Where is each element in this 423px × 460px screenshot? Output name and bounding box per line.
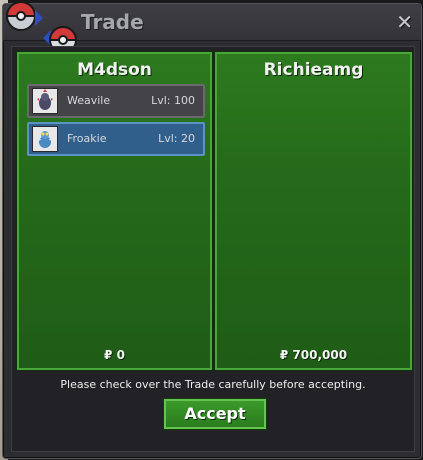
right-player-name: Richieamg <box>263 60 364 80</box>
weavile-sprite-icon <box>32 88 58 114</box>
trade-item-name: Froakie <box>67 132 107 145</box>
trade-item-level: Lvl: 100 <box>151 94 195 107</box>
accept-button[interactable]: Accept <box>164 399 266 429</box>
right-trade-panel: Richieamg ₽ 700,000 <box>215 52 412 370</box>
left-trade-panel: M4dson Weavile Lvl: 100 Froakie Lvl: 20 … <box>17 52 212 370</box>
trade-notice: Please check over the Trade carefully be… <box>60 378 366 391</box>
left-player-name: M4dson <box>77 60 152 80</box>
trade-item-name: Weavile <box>67 94 111 107</box>
trade-content: M4dson Weavile Lvl: 100 Froakie Lvl: 20 … <box>11 46 415 452</box>
trade-item-level: Lvl: 20 <box>158 132 195 145</box>
trade-window: Trade ✕ M4dson Weavile Lvl: 100 Froakie … <box>2 1 422 459</box>
trade-item-froakie[interactable]: Froakie Lvl: 20 <box>27 122 205 156</box>
trade-item-weavile[interactable]: Weavile Lvl: 100 <box>27 84 205 118</box>
right-money: ₽ 700,000 <box>279 348 348 362</box>
left-money: ₽ 0 <box>104 348 125 362</box>
froakie-sprite-icon <box>32 126 58 152</box>
window-title: Trade <box>81 10 144 34</box>
close-icon[interactable]: ✕ <box>396 10 413 34</box>
